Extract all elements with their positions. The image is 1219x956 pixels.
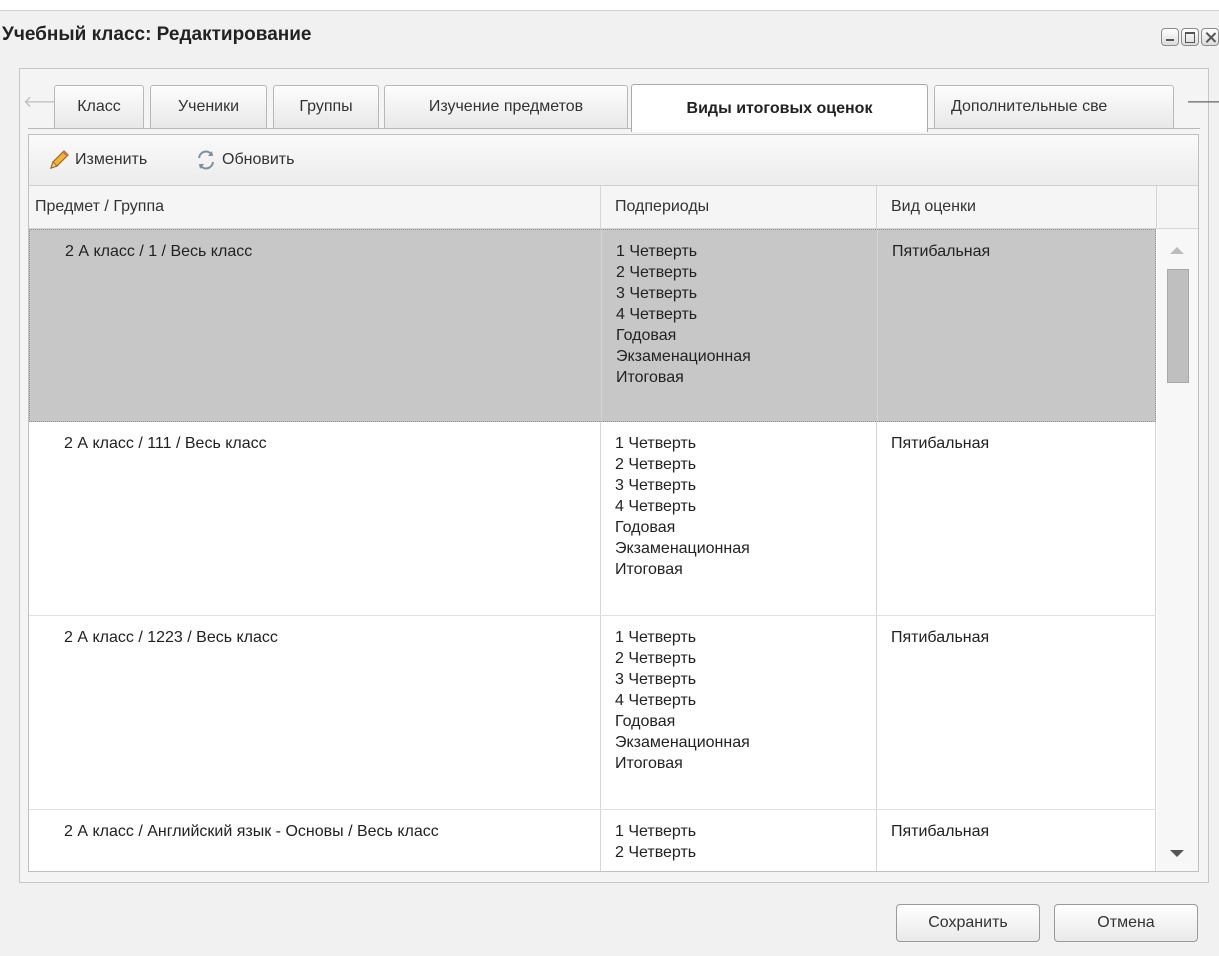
grid-body: 2 А класс / 1 / Весь класс 1 Четверть 2 …: [29, 229, 1156, 871]
grid-header: Предмет / Группа Подпериоды Вид оценки: [29, 186, 1198, 229]
refresh-button[interactable]: Обновить: [194, 148, 294, 172]
periods-cell: 1 Четверть 2 Четверть 3 Четверть 4 Четве…: [600, 422, 876, 615]
tab-class[interactable]: Класс: [54, 85, 144, 128]
arrow-right-icon[interactable]: 🡒: [1186, 91, 1219, 111]
scroll-thumb[interactable]: [1167, 269, 1189, 383]
scroll-down-icon[interactable]: [1170, 850, 1184, 857]
column-header-grade-type[interactable]: Вид оценки: [877, 186, 1157, 228]
close-icon[interactable]: [1201, 28, 1219, 46]
edit-class-window: Учебный класс: Редактирование 🡐 Класс Уч…: [0, 10, 1219, 956]
refresh-icon: [194, 148, 218, 172]
period-item: 3 Четверть: [616, 285, 698, 302]
column-header-periods[interactable]: Подпериоды: [601, 186, 877, 228]
period-item: Экзаменационная: [615, 734, 750, 751]
grade-type-cell: Пятибальная: [876, 616, 1156, 809]
period-item: Итоговая: [616, 369, 684, 386]
period-item: 1 Четверть: [616, 243, 698, 260]
period-item: 3 Четверть: [615, 671, 697, 688]
grid-toolbar: Изменить Обновить: [29, 135, 1198, 186]
table-row[interactable]: 2 А класс / 1 / Весь класс 1 Четверть 2 …: [29, 229, 1156, 422]
edit-button[interactable]: Изменить: [47, 148, 147, 172]
period-item: 1 Четверть: [615, 435, 697, 452]
maximize-icon[interactable]: [1181, 28, 1199, 46]
tab-groups[interactable]: Группы: [273, 85, 379, 128]
period-item: Итоговая: [615, 755, 683, 772]
tab-students[interactable]: Ученики: [150, 85, 267, 128]
cancel-button[interactable]: Отмена: [1054, 904, 1198, 942]
period-item: Экзаменационная: [615, 540, 750, 557]
grade-type-cell: Пятибальная: [876, 810, 1156, 871]
subject-cell: 2 А класс / 111 / Весь класс: [64, 435, 267, 452]
grade-type-cell: Пятибальная: [877, 230, 1156, 421]
subject-cell: 2 А класс / Английский язык - Основы / В…: [64, 823, 439, 840]
tab-divider: [28, 128, 1200, 129]
period-item: 1 Четверть: [615, 823, 697, 840]
periods-cell: 1 Четверть 2 Четверть 3 Четверть 4 Четве…: [601, 230, 877, 421]
table-row[interactable]: 2 А класс / 111 / Весь класс 1 Четверть …: [29, 422, 1156, 616]
period-item: Итоговая: [615, 561, 683, 578]
periods-cell: 1 Четверть 2 Четверть: [600, 810, 876, 871]
period-item: 4 Четверть: [616, 306, 698, 323]
periods-cell: 1 Четверть 2 Четверть 3 Четверть 4 Четве…: [600, 616, 876, 809]
grades-grid: Изменить Обновить Предмет / Группа Подпе…: [28, 134, 1199, 872]
period-item: 3 Четверть: [615, 477, 697, 494]
tab-strip: 🡐 Класс Ученики Группы Изучение предмето…: [20, 69, 1219, 134]
period-item: 2 Четверть: [616, 264, 698, 281]
table-row[interactable]: 2 А класс / Английский язык - Основы / В…: [29, 810, 1156, 871]
window-title: Учебный класс: Редактирование: [2, 24, 312, 45]
period-item: 2 Четверть: [615, 844, 697, 861]
table-row[interactable]: 2 А класс / 1223 / Весь класс 1 Четверть…: [29, 616, 1156, 810]
period-item: 4 Четверть: [615, 498, 697, 515]
grade-type-cell: Пятибальная: [876, 422, 1156, 615]
period-item: 1 Четверть: [615, 629, 697, 646]
tab-final-grades[interactable]: Виды итоговых оценок: [631, 84, 928, 132]
refresh-button-label: Обновить: [222, 151, 295, 168]
save-button[interactable]: Сохранить: [896, 904, 1040, 942]
subject-cell: 2 А класс / 1 / Весь класс: [65, 243, 253, 260]
period-item: Экзаменационная: [616, 348, 751, 365]
subject-cell: 2 А класс / 1223 / Весь класс: [64, 629, 278, 646]
tab-additional[interactable]: Дополнительные све: [934, 85, 1174, 128]
period-item: Годовая: [616, 327, 677, 344]
edit-button-label: Изменить: [75, 151, 148, 168]
period-item: 2 Четверть: [615, 650, 697, 667]
tab-subjects[interactable]: Изучение предметов: [384, 85, 628, 128]
period-item: Годовая: [615, 519, 676, 536]
arrow-left-icon[interactable]: 🡐: [23, 91, 66, 111]
tab-panel: 🡐 Класс Ученики Группы Изучение предмето…: [19, 68, 1219, 883]
column-header-subject[interactable]: Предмет / Группа: [29, 186, 601, 228]
period-item: 4 Четверть: [615, 692, 697, 709]
window-controls: [1161, 28, 1219, 46]
window-titlebar[interactable]: Учебный класс: Редактирование: [0, 11, 1219, 61]
scroll-up-icon[interactable]: [1170, 247, 1184, 254]
period-item: 2 Четверть: [615, 456, 697, 473]
pencil-icon: [47, 148, 71, 172]
period-item: Годовая: [615, 713, 676, 730]
vertical-scrollbar[interactable]: [1157, 229, 1198, 871]
minimize-icon[interactable]: [1161, 28, 1179, 46]
